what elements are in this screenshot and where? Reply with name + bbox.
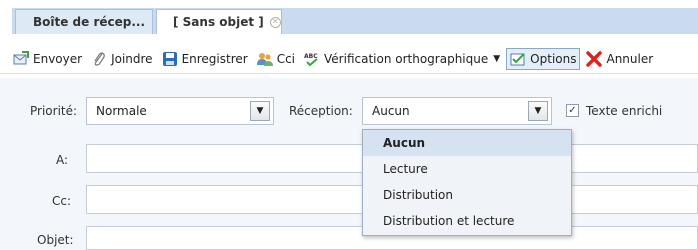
rich-text-label: Texte enrichi bbox=[586, 104, 663, 118]
receipt-label: Réception: bbox=[289, 104, 353, 118]
send-button-label: Envoyer bbox=[33, 51, 83, 66]
save-button-label: Enregistrer bbox=[181, 51, 248, 66]
spellcheck-button-label: Vérification orthographique bbox=[324, 51, 489, 66]
cancel-button-label: Annuler bbox=[606, 51, 654, 66]
receipt-dropdown-list: Aucun Lecture Distribution Distribution … bbox=[362, 129, 572, 236]
cancel-button[interactable]: Annuler bbox=[583, 48, 656, 70]
receipt-dropdown-arrow-icon[interactable]: ▼ bbox=[528, 101, 548, 121]
red-x-icon bbox=[586, 50, 603, 67]
attach-button-label: Joindre bbox=[111, 51, 153, 66]
attach-button[interactable]: Joindre bbox=[88, 48, 156, 70]
tab-bar: Boîte de récep... [ Sans objet ] ✕ bbox=[0, 0, 698, 38]
tab-inbox[interactable]: Boîte de récep... bbox=[15, 9, 153, 34]
subject-label: Objet: bbox=[37, 233, 74, 247]
paperclip-icon bbox=[94, 51, 105, 66]
receipt-select-value: Aucun bbox=[372, 104, 410, 118]
send-mail-icon bbox=[13, 50, 29, 64]
receipt-option[interactable]: Distribution et lecture bbox=[363, 208, 571, 234]
options-checkbox-icon bbox=[510, 52, 525, 65]
bcc-button-label: Cci bbox=[276, 51, 296, 66]
priority-label: Priorité: bbox=[30, 104, 78, 118]
tab-inbox-label: Boîte de récep... bbox=[33, 15, 146, 29]
tab-close-icon[interactable]: ✕ bbox=[269, 16, 281, 28]
receipt-option[interactable]: Distribution bbox=[363, 182, 571, 208]
send-button[interactable]: Envoyer bbox=[10, 48, 85, 70]
receipt-option[interactable]: Aucun bbox=[363, 130, 571, 156]
tab-new-message[interactable]: [ Sans objet ] ✕ bbox=[156, 9, 282, 34]
receipt-select[interactable]: Aucun ▼ bbox=[362, 97, 552, 125]
options-button[interactable]: Options bbox=[506, 47, 581, 70]
options-button-label: Options bbox=[530, 51, 577, 66]
to-label: A: bbox=[56, 153, 69, 167]
priority-select-value: Normale bbox=[96, 104, 147, 118]
compose-toolbar: Envoyer Joindre Enregistrer Cci ABC Véri… bbox=[0, 44, 698, 74]
rich-text-checkbox[interactable]: ✓ bbox=[566, 104, 579, 117]
abc-spellcheck-icon: ABC bbox=[304, 53, 318, 66]
save-button[interactable]: Enregistrer bbox=[159, 48, 251, 70]
spellcheck-button[interactable]: ABC Vérification orthographique ▼ bbox=[301, 48, 503, 70]
priority-dropdown-arrow-icon[interactable]: ▼ bbox=[250, 101, 270, 121]
contacts-icon bbox=[256, 52, 273, 66]
chevron-down-icon[interactable]: ▼ bbox=[493, 54, 500, 64]
cc-label: Cc: bbox=[52, 194, 72, 208]
bcc-button[interactable]: Cci bbox=[254, 48, 298, 70]
floppy-disk-icon bbox=[162, 51, 177, 66]
receipt-option[interactable]: Lecture bbox=[363, 156, 571, 182]
priority-select[interactable]: Normale ▼ bbox=[86, 97, 274, 125]
tab-new-message-label: [ Sans objet ] bbox=[173, 15, 264, 29]
